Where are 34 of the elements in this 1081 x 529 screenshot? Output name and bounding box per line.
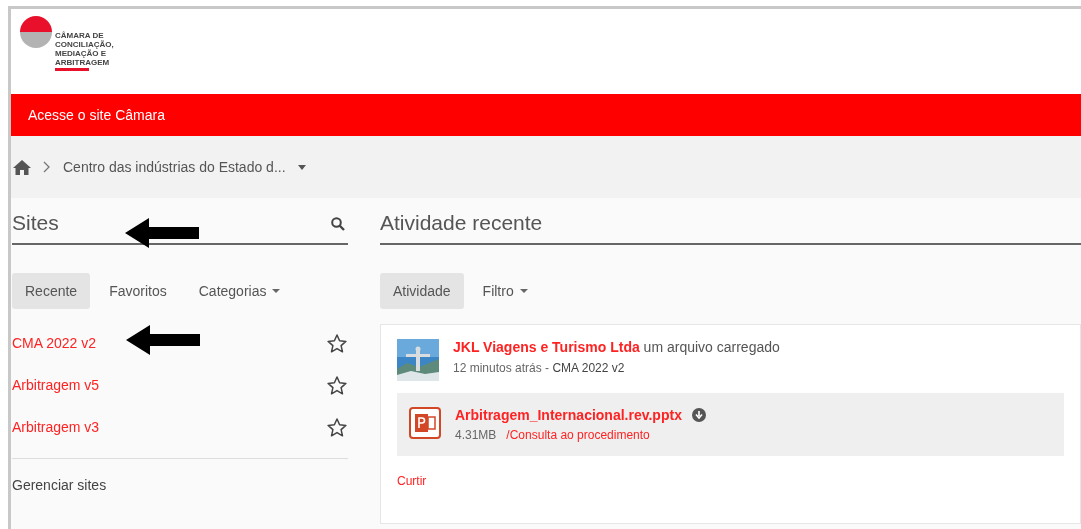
download-icon[interactable]	[691, 408, 706, 422]
site-link[interactable]: CMA 2022 v2	[552, 361, 625, 375]
filter-tab[interactable]: Recente	[12, 273, 91, 309]
filter-tab[interactable]: Categorias	[185, 273, 294, 309]
folder-link[interactable]: /Consulta ao procedimento	[506, 428, 650, 442]
arrow-icon	[125, 218, 199, 248]
activity-text: um arquivo carregado	[643, 339, 780, 355]
star-icon[interactable]	[327, 333, 347, 353]
user-link[interactable]: JKL Viagens e Turismo Ltda	[453, 339, 640, 355]
star-icon[interactable]	[327, 375, 347, 395]
like-link[interactable]: Curtir	[397, 474, 1064, 488]
site-link[interactable]: Arbitragem v3	[12, 419, 100, 435]
timestamp: 12 minutos atrás	[453, 361, 542, 375]
file-size: 4.31MB	[455, 428, 497, 442]
star-icon[interactable]	[327, 417, 347, 437]
search-icon[interactable]	[331, 217, 345, 231]
chevron-right-icon	[43, 161, 51, 173]
file-link[interactable]: Arbitragem_Internacional.rev.pptx	[455, 407, 682, 423]
manage-sites-link[interactable]: Gerenciar sites	[12, 477, 348, 493]
separator-text: -	[544, 361, 551, 375]
site-link[interactable]: CMA 2022 v2	[12, 335, 97, 351]
site-link[interactable]: Arbitragem v5	[12, 377, 100, 393]
home-icon[interactable]	[13, 159, 31, 175]
breadcrumb-item[interactable]: Centro das indústrias do Estado d...	[63, 159, 286, 175]
filter-tab[interactable]: Favoritos	[96, 273, 180, 309]
section-title: Sites	[12, 211, 59, 235]
caret-icon[interactable]	[297, 164, 306, 170]
section-title: Atividade recente	[380, 211, 543, 235]
arrow-icon	[126, 325, 200, 355]
site-link[interactable]: Acesse o site Câmara	[28, 107, 165, 123]
filter-tab[interactable]: Filtro	[469, 273, 541, 309]
logo-drawing: CÂMARA DE CONCILIAÇÃO, MEDIAÇÃO E ARBITRAGEM	[19, 15, 114, 71]
presentation-file-icon	[409, 407, 441, 439]
filter-tab[interactable]: Atividade	[380, 273, 464, 309]
